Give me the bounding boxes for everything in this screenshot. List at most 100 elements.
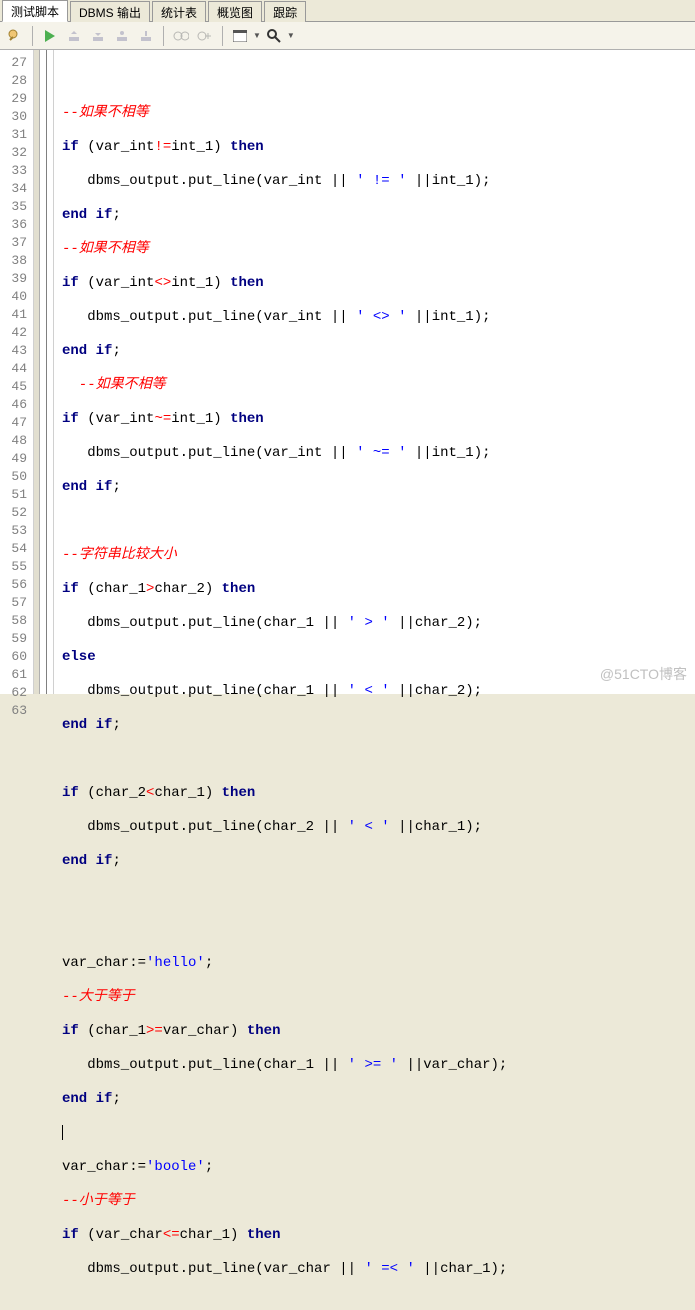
- line-number: 52: [0, 504, 33, 522]
- code-line: else: [62, 648, 695, 666]
- line-number: 46: [0, 396, 33, 414]
- tab-dbms-output[interactable]: DBMS 输出: [70, 1, 150, 22]
- code-line: dbms_output.put_line(char_1 || ' < ' ||c…: [62, 682, 695, 700]
- code-line: if (var_int<>int_1) then: [62, 274, 695, 292]
- code-line: end if;: [62, 1090, 695, 1108]
- line-number: 48: [0, 432, 33, 450]
- code-line: [62, 920, 695, 938]
- line-number: 50: [0, 468, 33, 486]
- text-cursor: [62, 1125, 63, 1140]
- watch-add-icon[interactable]: [194, 25, 216, 47]
- line-number: 35: [0, 198, 33, 216]
- line-number: 51: [0, 486, 33, 504]
- line-number: 39: [0, 270, 33, 288]
- line-gutter: 2728293031323334353637383940414243444546…: [0, 50, 34, 694]
- tab-statistics[interactable]: 统计表: [152, 1, 206, 22]
- code-line: dbms_output.put_line(char_1 || ' >= ' ||…: [62, 1056, 695, 1074]
- code-line: dbms_output.put_line(char_1 || ' > ' ||c…: [62, 614, 695, 632]
- line-number: 56: [0, 576, 33, 594]
- line-number: 36: [0, 216, 33, 234]
- code-line: end if;: [62, 852, 695, 870]
- code-line: var_char:='boole';: [62, 1158, 695, 1176]
- code-line: --如果不相等: [62, 376, 695, 394]
- step-out-icon[interactable]: [111, 25, 133, 47]
- code-line: dbms_output.put_line(var_char || ' =< ' …: [62, 1260, 695, 1278]
- line-number: 54: [0, 540, 33, 558]
- code-line: [62, 750, 695, 768]
- code-line: if (char_1>char_2) then: [62, 580, 695, 598]
- line-number: 61: [0, 666, 33, 684]
- code-line: if (var_int!=int_1) then: [62, 138, 695, 156]
- line-number: 40: [0, 288, 33, 306]
- code-line: dbms_output.put_line(char_2 || ' < ' ||c…: [62, 818, 695, 836]
- line-number: 28: [0, 72, 33, 90]
- code-line: end if;: [62, 342, 695, 360]
- code-line: if (var_char<=char_1) then: [62, 1226, 695, 1244]
- run-to-cursor-icon[interactable]: [135, 25, 157, 47]
- line-number: 30: [0, 108, 33, 126]
- code-line: if (char_1>=var_char) then: [62, 1022, 695, 1040]
- code-line: if (char_2<char_1) then: [62, 784, 695, 802]
- line-number: 45: [0, 378, 33, 396]
- line-number: 31: [0, 126, 33, 144]
- dropdown-arrow-icon[interactable]: ▼: [253, 31, 261, 40]
- line-number: 58: [0, 612, 33, 630]
- line-number: 42: [0, 324, 33, 342]
- code-line: [62, 1124, 695, 1142]
- code-line: --如果不相等: [62, 240, 695, 258]
- line-number: 62: [0, 684, 33, 702]
- toolbar: ▼ ▼: [0, 22, 695, 50]
- code-line: [62, 70, 695, 88]
- line-number: 43: [0, 342, 33, 360]
- line-number: 27: [0, 54, 33, 72]
- code-line: [62, 886, 695, 904]
- code-line: dbms_output.put_line(var_int || ' ~= ' |…: [62, 444, 695, 462]
- line-number: 55: [0, 558, 33, 576]
- line-number: 38: [0, 252, 33, 270]
- line-number: 37: [0, 234, 33, 252]
- dropdown-arrow-icon[interactable]: ▼: [287, 31, 295, 40]
- beautify-icon[interactable]: [4, 25, 26, 47]
- code-line: --如果不相等: [62, 104, 695, 122]
- tab-test-script[interactable]: 测试脚本: [2, 0, 68, 22]
- code-area[interactable]: --如果不相等 if (var_int!=int_1) then dbms_ou…: [54, 50, 695, 694]
- line-number: 47: [0, 414, 33, 432]
- tab-overview[interactable]: 概览图: [208, 1, 262, 22]
- editor: 2728293031323334353637383940414243444546…: [0, 50, 695, 694]
- step-into-icon[interactable]: [87, 25, 109, 47]
- line-number: 63: [0, 702, 33, 720]
- code-line: --字符串比较大小: [62, 546, 695, 564]
- code-line: end if;: [62, 206, 695, 224]
- line-number: 41: [0, 306, 33, 324]
- line-number: 57: [0, 594, 33, 612]
- toolbar-separator: [222, 26, 223, 46]
- tab-bar: 测试脚本 DBMS 输出 统计表 概览图 跟踪: [0, 0, 695, 22]
- fold-column[interactable]: [40, 50, 54, 694]
- code-line: dbms_output.put_line(var_int || ' <> ' |…: [62, 308, 695, 326]
- output-icon[interactable]: [229, 25, 251, 47]
- code-line: end if;: [62, 478, 695, 496]
- code-line: dbms_output.put_line(var_int || ' != ' |…: [62, 172, 695, 190]
- line-number: 33: [0, 162, 33, 180]
- code-line: [62, 512, 695, 530]
- line-number: 60: [0, 648, 33, 666]
- line-number: 32: [0, 144, 33, 162]
- find-icon[interactable]: [263, 25, 285, 47]
- code-line: var_char:='hello';: [62, 954, 695, 972]
- line-number: 29: [0, 90, 33, 108]
- step-over-icon[interactable]: [63, 25, 85, 47]
- toolbar-separator: [163, 26, 164, 46]
- code-line: end if;: [62, 716, 695, 734]
- toolbar-separator: [32, 26, 33, 46]
- code-line: --小于等于: [62, 1192, 695, 1210]
- line-number: 34: [0, 180, 33, 198]
- run-icon[interactable]: [39, 25, 61, 47]
- code-line: --大于等于: [62, 988, 695, 1006]
- line-number: 53: [0, 522, 33, 540]
- code-line: if (var_int~=int_1) then: [62, 410, 695, 428]
- watch-icon[interactable]: [170, 25, 192, 47]
- line-number: 44: [0, 360, 33, 378]
- line-number: 49: [0, 450, 33, 468]
- tab-trace[interactable]: 跟踪: [264, 1, 306, 22]
- line-number: 59: [0, 630, 33, 648]
